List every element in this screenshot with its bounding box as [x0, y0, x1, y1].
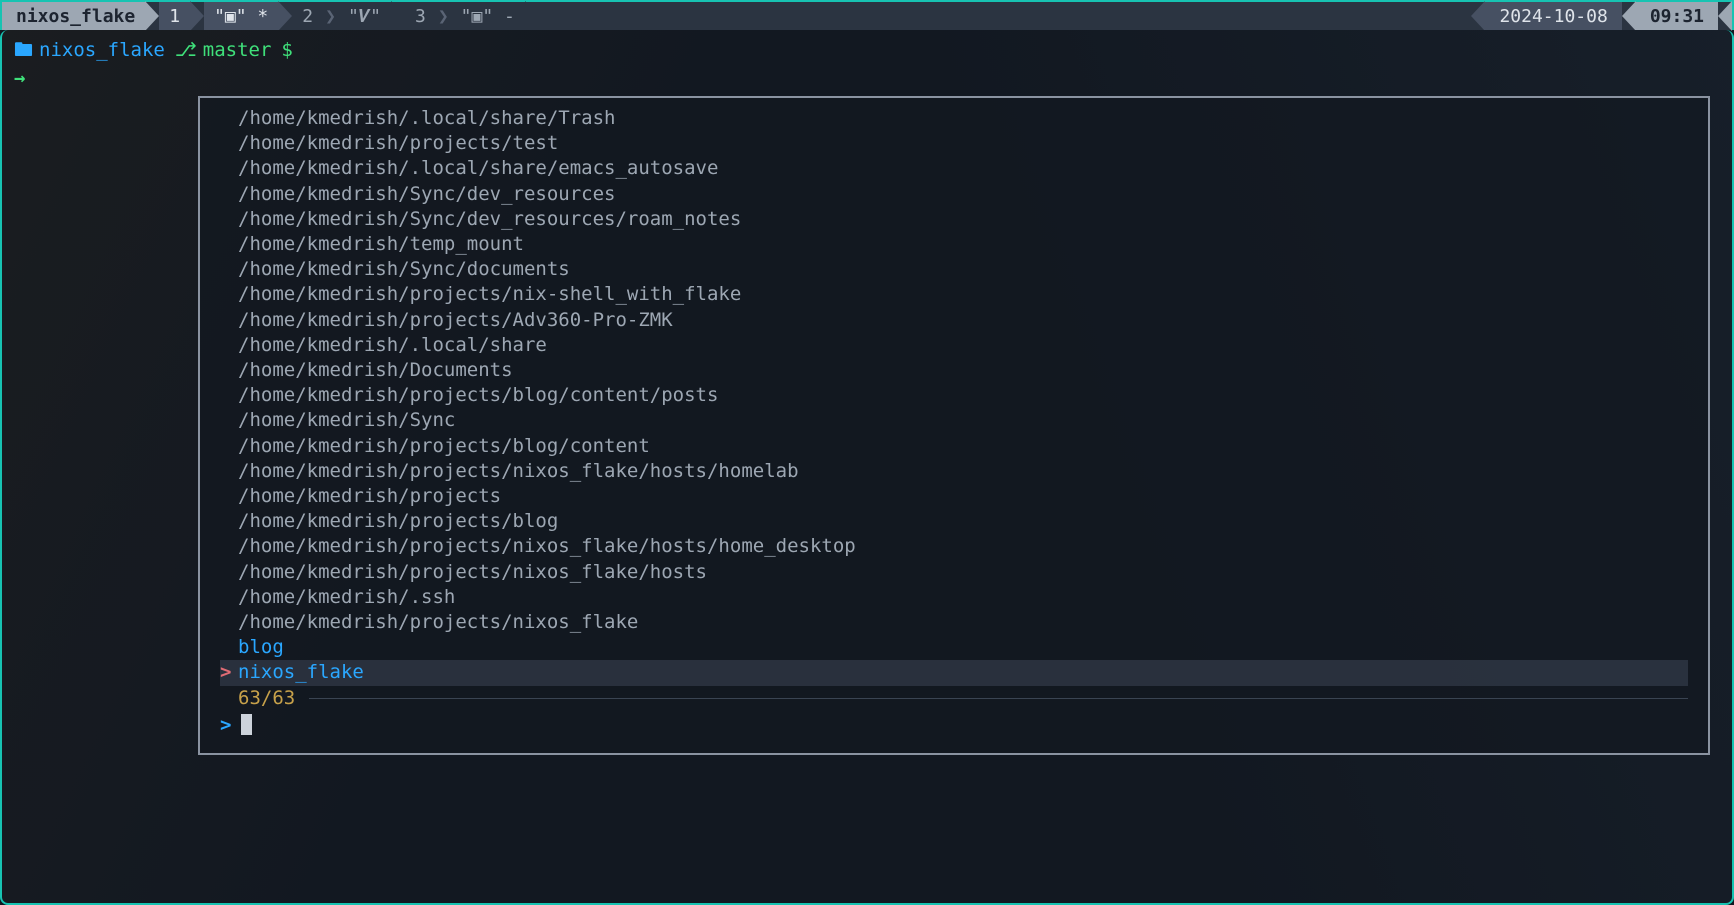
fzf-item[interactable]: /home/kmedrish/projects/blog: [220, 509, 1688, 534]
fzf-item[interactable]: /home/kmedrish/projects/blog/content: [220, 434, 1688, 459]
separator-icon: [1471, 1, 1485, 31]
window-name: "▣" -: [461, 6, 515, 27]
fzf-result-list[interactable]: /home/kmedrish/.local/share/Trash/home/k…: [220, 106, 1688, 686]
session-name[interactable]: nixos_flake: [2, 2, 145, 30]
fzf-item-selected[interactable]: nixos_flake: [220, 660, 1688, 685]
fzf-item[interactable]: /home/kmedrish/projects/test: [220, 131, 1688, 156]
arrow-right-icon: →: [14, 64, 25, 92]
fzf-query-input[interactable]: >: [220, 711, 1688, 739]
fzf-item[interactable]: /home/kmedrish/.ssh: [220, 585, 1688, 610]
tmux-window-1[interactable]: 1: [159, 2, 190, 30]
separator-icon: [1718, 1, 1732, 31]
window-name: "𝑽": [348, 6, 381, 27]
tmux-window-1-name[interactable]: "▣" *: [204, 2, 278, 30]
status-time: 09:31: [1636, 2, 1718, 30]
fzf-item[interactable]: /home/kmedrish/projects/nix-shell_with_f…: [220, 282, 1688, 307]
status-date: 2024-10-08: [1485, 2, 1621, 30]
fzf-item[interactable]: /home/kmedrish/.local/share: [220, 333, 1688, 358]
tmux-window-3[interactable]: 3: [405, 2, 436, 30]
horizontal-rule: [309, 698, 1688, 699]
fzf-item[interactable]: /home/kmedrish/Sync/dev_resources/roam_n…: [220, 207, 1688, 232]
fzf-count-row: 63/63: [220, 686, 1688, 711]
tmux-window-3-name[interactable]: "▣" -: [451, 2, 525, 30]
shell-continuation: →: [14, 64, 1720, 92]
fzf-item[interactable]: /home/kmedrish/Sync/documents: [220, 257, 1688, 282]
terminal-pane[interactable]: 🖿 nixos_flake ⎇ master $ → /home/kmedris…: [0, 30, 1734, 905]
prompt-branch: master: [203, 36, 272, 64]
separator-thin-icon: ❯: [323, 2, 338, 30]
window-index: 2: [302, 6, 313, 27]
status-right: 2024-10-08 09:31: [1471, 2, 1732, 30]
fzf-item[interactable]: /home/kmedrish/projects/Adv360-Pro-ZMK: [220, 308, 1688, 333]
separator-icon: [190, 1, 204, 31]
git-branch-icon: ⎇: [175, 36, 197, 64]
separator-thin-icon: ❯: [436, 2, 451, 30]
fzf-count: 63/63: [238, 686, 295, 711]
fzf-item[interactable]: /home/kmedrish/projects/nixos_flake/host…: [220, 560, 1688, 585]
fzf-item-named[interactable]: blog: [220, 635, 1688, 660]
fzf-item[interactable]: /home/kmedrish/projects/blog/content/pos…: [220, 383, 1688, 408]
folder-icon: 🖿: [14, 36, 33, 64]
fzf-item[interactable]: /home/kmedrish/Documents: [220, 358, 1688, 383]
fzf-item[interactable]: /home/kmedrish/.local/share/emacs_autosa…: [220, 156, 1688, 181]
tmux-status-bar: nixos_flake 1 "▣" * 2 ❯ "𝑽" 3 ❯ "▣" -: [0, 0, 1734, 30]
window-index: 1: [169, 6, 180, 27]
fzf-item[interactable]: /home/kmedrish/projects: [220, 484, 1688, 509]
tmux-window-2[interactable]: 2: [292, 2, 323, 30]
separator-icon: [278, 1, 292, 31]
prompt-cwd: nixos_flake: [39, 36, 165, 64]
fzf-item[interactable]: /home/kmedrish/.local/share/Trash: [220, 106, 1688, 131]
fzf-item[interactable]: /home/kmedrish/Sync/dev_resources: [220, 182, 1688, 207]
chevron-right-icon: >: [220, 711, 231, 739]
fzf-item[interactable]: /home/kmedrish/Sync: [220, 408, 1688, 433]
tmux-window-2-name[interactable]: "𝑽": [338, 2, 391, 30]
separator-icon: [145, 1, 159, 31]
fzf-item[interactable]: /home/kmedrish/temp_mount: [220, 232, 1688, 257]
fzf-item[interactable]: /home/kmedrish/projects/nixos_flake/host…: [220, 459, 1688, 484]
fzf-picker[interactable]: /home/kmedrish/.local/share/Trash/home/k…: [198, 96, 1710, 755]
separator-icon: [391, 1, 405, 31]
text-cursor: [241, 714, 252, 735]
fzf-item[interactable]: /home/kmedrish/projects/nixos_flake/host…: [220, 534, 1688, 559]
separator-icon: [525, 1, 539, 31]
prompt-symbol: $: [281, 36, 292, 64]
window-name: "▣" *: [214, 6, 268, 27]
status-left: nixos_flake 1 "▣" * 2 ❯ "𝑽" 3 ❯ "▣" -: [2, 2, 539, 30]
fzf-item[interactable]: /home/kmedrish/projects/nixos_flake: [220, 610, 1688, 635]
window-index: 3: [415, 6, 426, 27]
shell-prompt: 🖿 nixos_flake ⎇ master $: [14, 36, 1720, 64]
separator-icon: [1622, 1, 1636, 31]
